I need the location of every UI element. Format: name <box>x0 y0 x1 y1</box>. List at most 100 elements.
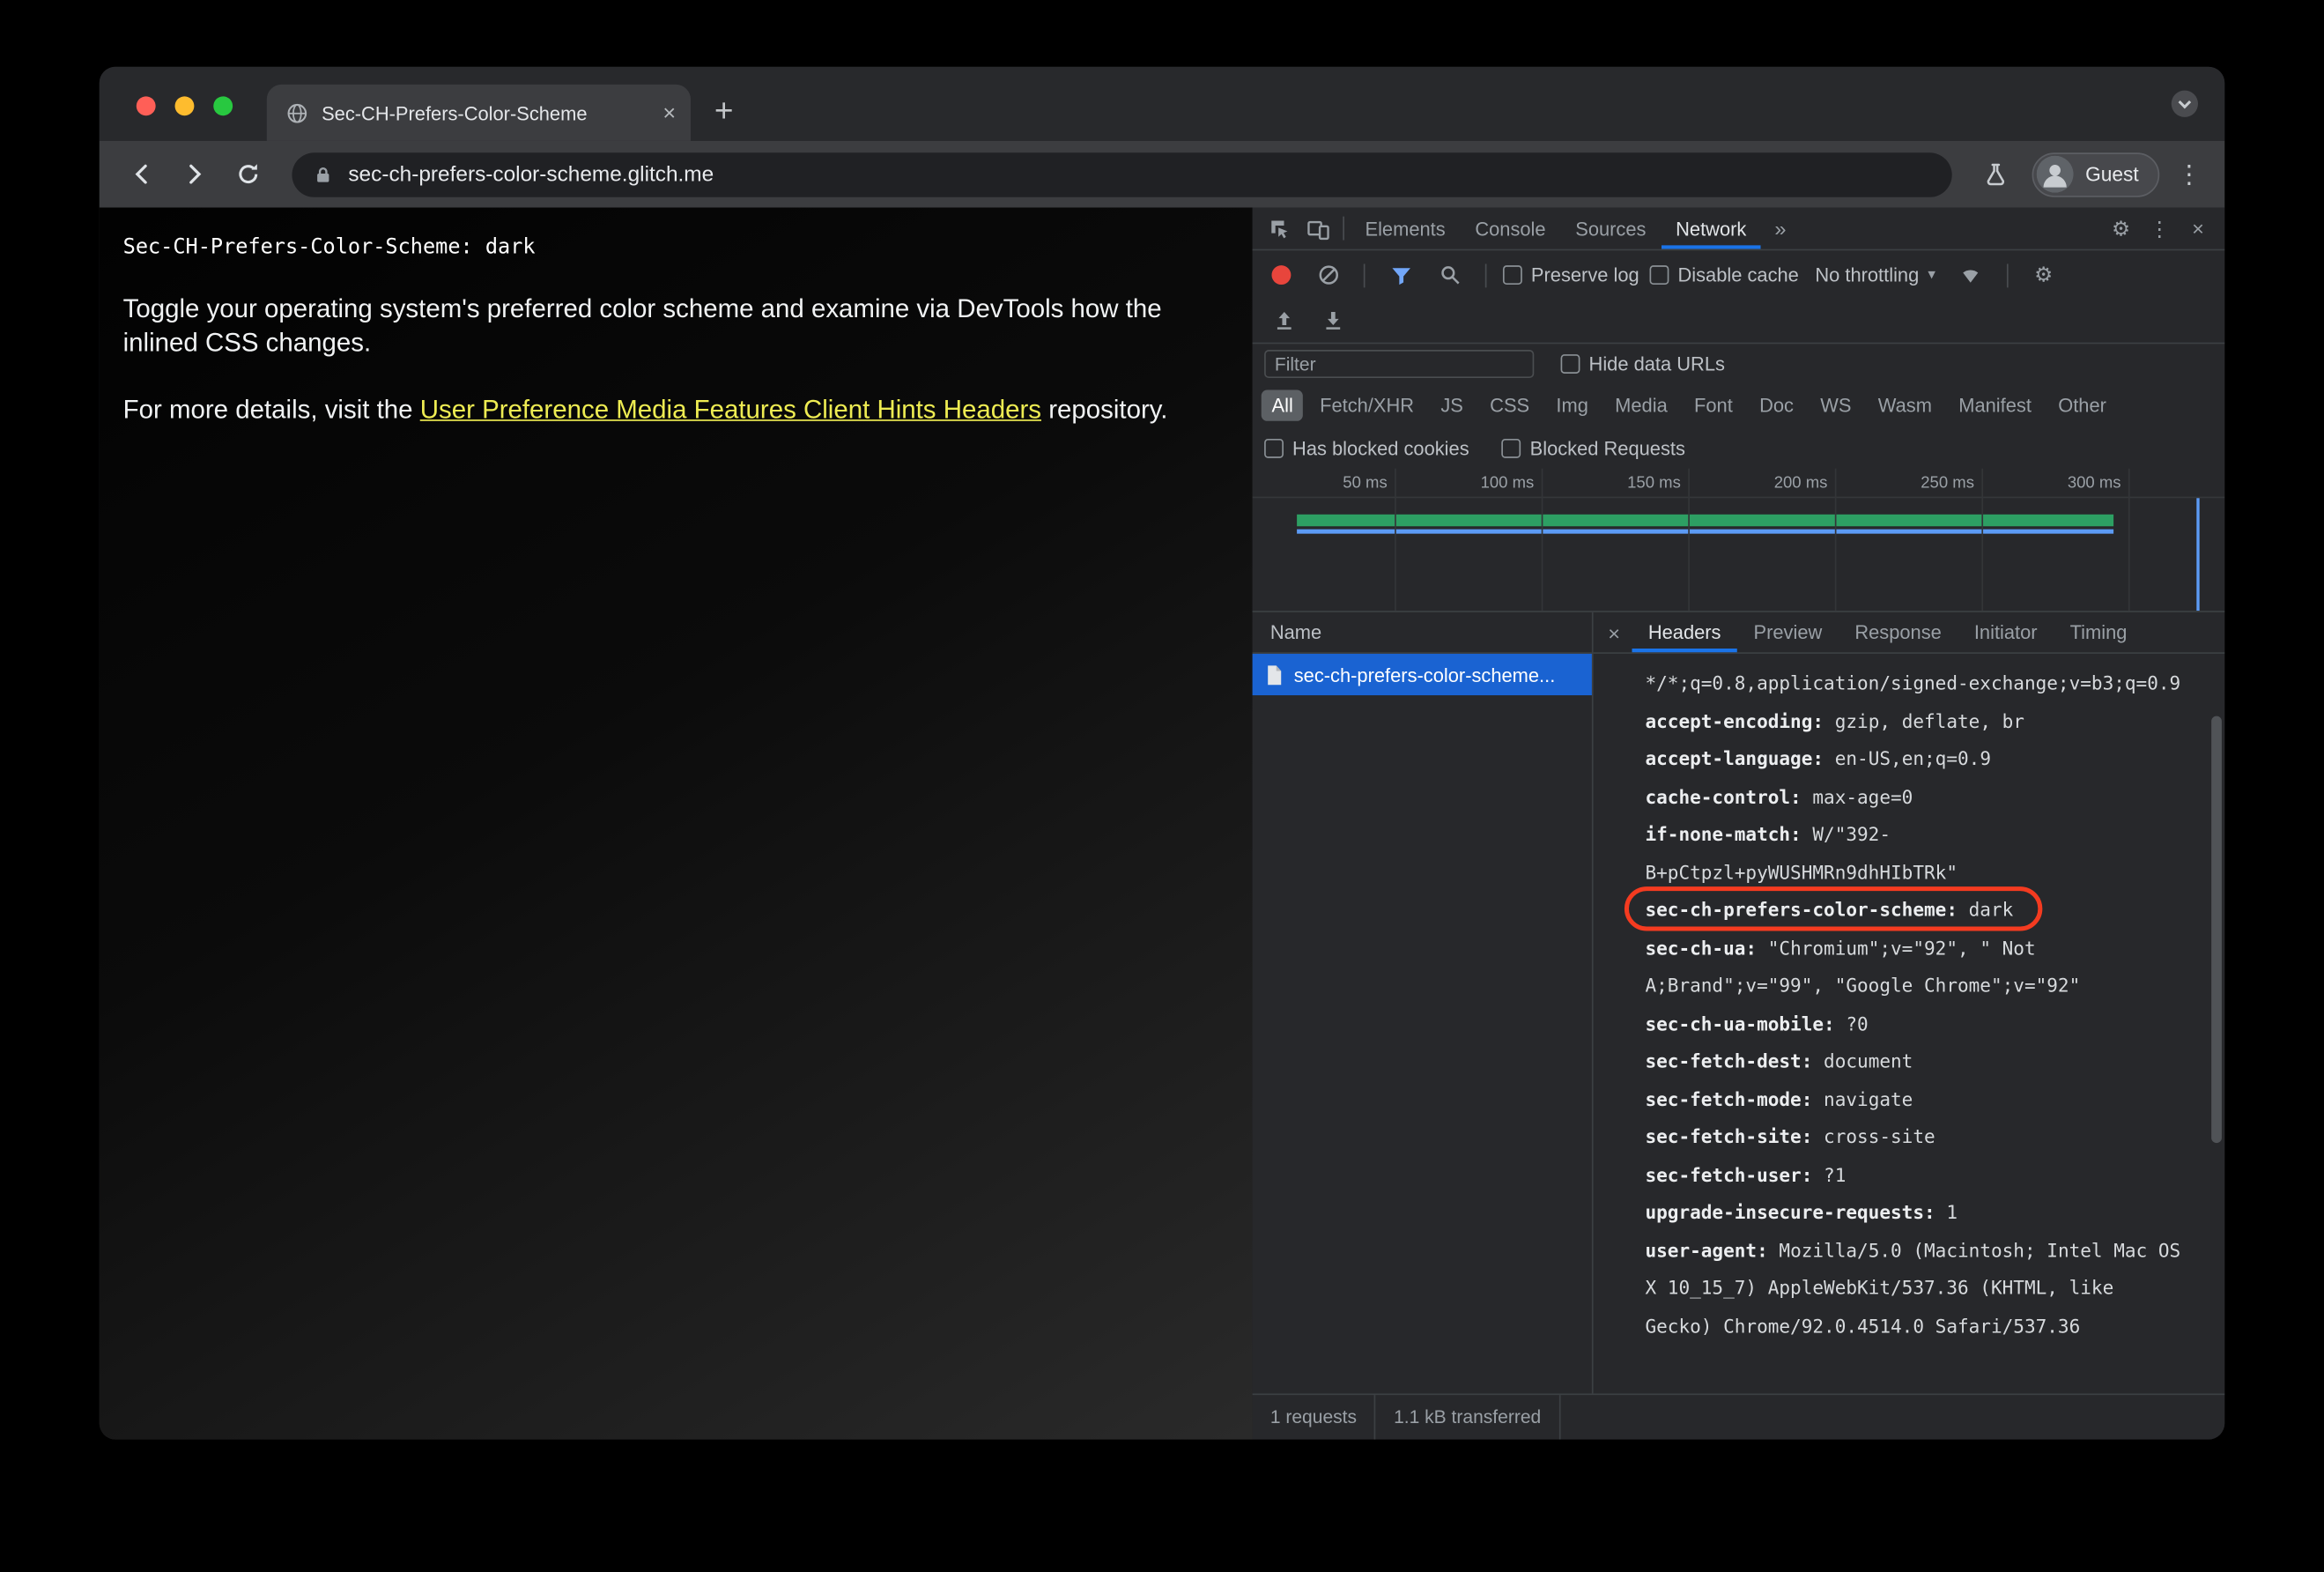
header-row: sec-ch-ua-mobile: ?0 <box>1645 1012 1869 1034</box>
globe-favicon-icon <box>286 101 308 123</box>
checkbox-box[interactable] <box>1502 265 1522 285</box>
detail-tab-response[interactable]: Response <box>1839 612 1958 652</box>
close-detail-icon[interactable]: × <box>1596 612 1632 652</box>
header-name: sec-fetch-site: <box>1645 1124 1813 1148</box>
browser-menu-button[interactable]: ⋮ <box>2172 159 2207 189</box>
request-list: Name sec-ch-prefers-color-scheme... <box>1252 612 1594 1394</box>
network-status-bar: 1 requests 1.1 kB transferred <box>1252 1393 2225 1440</box>
flask-icon[interactable] <box>1972 152 2020 196</box>
overview-bar-green <box>1297 514 2114 527</box>
chevron-down-icon: ▾ <box>1928 266 1935 284</box>
header-row: sec-fetch-mode: navigate <box>1645 1087 1913 1110</box>
devtools-tab-elements[interactable]: Elements <box>1351 208 1461 249</box>
header-row: sec-fetch-user: ?1 <box>1645 1162 1847 1186</box>
address-bar[interactable]: sec-ch-prefers-color-scheme.glitch.me <box>292 152 1952 196</box>
filter-pill-media[interactable]: Media <box>1604 389 1677 420</box>
disable-cache-checkbox[interactable]: Disable cache <box>1649 263 1799 286</box>
preserve-log-checkbox[interactable]: Preserve log <box>1502 263 1639 286</box>
window-content: Sec-CH-Prefers-Color-Scheme: dark Toggle… <box>99 207 2225 1440</box>
devtools-menu-icon[interactable]: ⋮ <box>2140 211 2179 246</box>
tab-close-icon[interactable]: × <box>662 101 676 123</box>
header-row: if-none-match: W/"392-B+pCtpzl+pyWUSHMRn… <box>1645 822 1958 883</box>
name-column-header[interactable]: Name <box>1252 612 1592 654</box>
device-toolbar-icon[interactable] <box>1299 211 1337 246</box>
blocked-requests-checkbox[interactable]: Blocked Requests <box>1501 436 1685 459</box>
browser-tab[interactable]: Sec-CH-Prefers-Color-Scheme × <box>266 84 691 141</box>
throttling-select[interactable]: No throttling ▾ <box>1810 263 1942 285</box>
timeline-tick-label: 50 ms <box>1343 474 1388 493</box>
tab-strip: Sec-CH-Prefers-Color-Scheme × + <box>99 66 2225 141</box>
filter-pill-fetch-xhr[interactable]: Fetch/XHR <box>1309 389 1425 420</box>
header-name: upgrade-insecure-requests: <box>1645 1200 1935 1223</box>
network-settings-icon[interactable]: ⚙ <box>2024 257 2063 293</box>
has-blocked-cookies-checkbox[interactable]: Has blocked cookies <box>1264 436 1469 459</box>
record-network-log-button[interactable] <box>1271 265 1292 285</box>
devtools-top-bar: Elements Console Sources Network » ⚙ ⋮ × <box>1252 208 2225 251</box>
filter-pill-js[interactable]: JS <box>1431 389 1474 420</box>
devtools-tab-sources[interactable]: Sources <box>1560 208 1661 249</box>
filter-pill-ws[interactable]: WS <box>1810 389 1861 420</box>
network-toolbar: Preserve log Disable cache No throttling… <box>1253 250 2225 300</box>
filter-pill-manifest[interactable]: Manifest <box>1948 389 2041 420</box>
zoom-window-button[interactable] <box>213 96 233 116</box>
header-name: sec-ch-ua-mobile: <box>1645 1012 1835 1034</box>
detail-tab-headers[interactable]: Headers <box>1632 612 1737 652</box>
devtools-tab-console[interactable]: Console <box>1461 208 1561 249</box>
checkbox-box[interactable] <box>1560 354 1580 374</box>
back-button[interactable] <box>117 152 165 196</box>
filter-pill-font[interactable]: Font <box>1684 389 1743 420</box>
request-name: sec-ch-prefers-color-scheme... <box>1293 663 1556 686</box>
export-har-icon[interactable] <box>1314 303 1352 338</box>
request-rows: sec-ch-prefers-color-scheme... <box>1252 653 1592 696</box>
devtools-settings-icon[interactable]: ⚙ <box>2102 211 2141 246</box>
import-har-icon[interactable] <box>1264 303 1303 338</box>
checkbox-box[interactable] <box>1649 265 1669 285</box>
devtools-tab-network[interactable]: Network <box>1661 208 1761 249</box>
filter-funnel-icon[interactable] <box>1381 257 1420 293</box>
reload-button[interactable] <box>224 152 271 196</box>
inspect-element-icon[interactable] <box>1260 211 1299 246</box>
header-name: accept-encoding: <box>1645 709 1824 732</box>
scrollbar-thumb[interactable] <box>2211 716 2222 1144</box>
resource-filter-pills: All Fetch/XHR JS CSS Img Media Font Doc WS Wasm Ma… <box>1253 384 2225 427</box>
forward-button[interactable] <box>170 152 218 196</box>
detail-tab-preview[interactable]: Preview <box>1737 612 1839 652</box>
header-name: accept-language: <box>1645 746 1824 770</box>
checkbox-label: Disable cache <box>1677 263 1799 286</box>
network-filter-row: Hide data URLs <box>1253 344 2225 383</box>
repo-link[interactable]: User Preference Media Features Client Hi… <box>420 394 1041 424</box>
detail-tabs: Headers Preview Response Initiator Timing <box>1632 612 2143 652</box>
detail-tab-timing[interactable]: Timing <box>2054 612 2143 652</box>
filter-pill-other[interactable]: Other <box>2047 389 2116 420</box>
more-panels-icon[interactable]: » <box>1761 217 1799 241</box>
checkbox-box[interactable] <box>1264 438 1284 458</box>
tab-search-button[interactable] <box>2170 89 2200 119</box>
clear-network-log-icon[interactable] <box>1309 257 1348 293</box>
detail-tab-initiator[interactable]: Initiator <box>1958 612 2054 652</box>
desktop: Sec-CH-Prefers-Color-Scheme × + sec-ch-p… <box>0 0 2324 1572</box>
minimize-window-button[interactable] <box>174 96 195 116</box>
timeline-gridline <box>1395 468 1396 612</box>
network-overview[interactable]: 50 ms 100 ms 150 ms 200 ms 250 ms 300 ms <box>1252 468 2225 612</box>
filter-pill-wasm[interactable]: Wasm <box>1868 389 1943 420</box>
request-detail-pane: × Headers Preview Response Initiator Timing … <box>1593 612 2225 1394</box>
filter-pill-css[interactable]: CSS <box>1479 389 1540 420</box>
devtools-panel-tabs: Elements Console Sources Network <box>1351 208 1762 249</box>
close-window-button[interactable] <box>136 96 156 116</box>
search-icon[interactable] <box>1431 257 1469 293</box>
request-row[interactable]: sec-ch-prefers-color-scheme... <box>1252 653 1592 696</box>
timeline-tick-label: 300 ms <box>2067 474 2121 493</box>
header-name: if-none-match: <box>1645 822 1802 845</box>
network-conditions-icon[interactable] <box>1951 257 1990 293</box>
filter-pill-img[interactable]: Img <box>1546 389 1599 420</box>
checkbox-box[interactable] <box>1501 438 1521 458</box>
timeline-gridline <box>1981 468 1984 612</box>
profile-chip[interactable]: Guest <box>2032 152 2160 196</box>
filter-pill-all[interactable]: All <box>1261 389 1304 421</box>
filter-pill-doc[interactable]: Doc <box>1749 389 1803 420</box>
filter-input[interactable] <box>1264 350 1535 379</box>
new-tab-button[interactable]: + <box>714 94 734 128</box>
timeline-gridline <box>2128 468 2130 612</box>
hide-data-urls-checkbox[interactable]: Hide data URLs <box>1560 352 1725 375</box>
devtools-close-icon[interactable]: × <box>2179 211 2217 246</box>
